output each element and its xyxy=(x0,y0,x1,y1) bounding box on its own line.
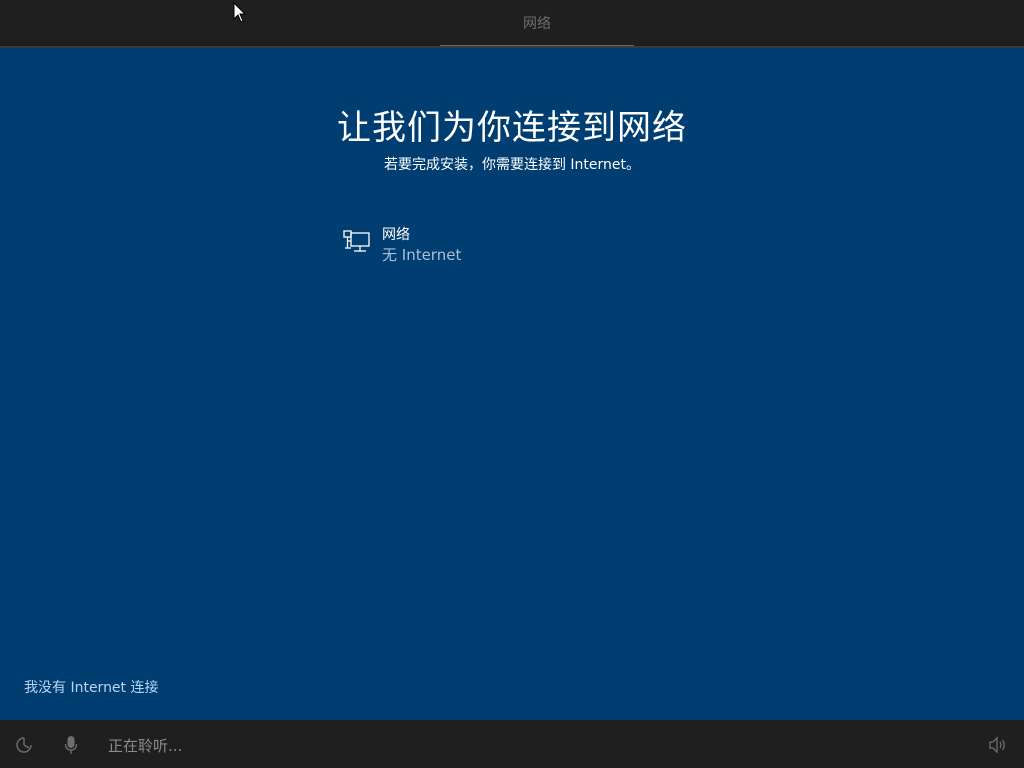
network-status: 无 Internet xyxy=(382,246,462,264)
top-bar: 网络 xyxy=(0,0,1024,47)
network-name: 网络 xyxy=(382,227,410,243)
page-subtitle: 若要完成安装，你需要连接到 Internet。 xyxy=(383,157,641,173)
listening-status: 正在聆听... xyxy=(108,737,183,755)
page-title: 让我们为你连接到网络 xyxy=(337,108,687,148)
mouse-cursor-icon xyxy=(233,2,247,23)
network-list-item[interactable]: 网络 无 Internet xyxy=(340,220,684,266)
bottom-bar: 正在聆听... xyxy=(0,720,1024,768)
volume-icon[interactable] xyxy=(988,736,1008,754)
microphone-icon[interactable] xyxy=(64,735,78,755)
no-internet-connection-link[interactable]: 我没有 Internet 连接 xyxy=(24,677,159,697)
ease-of-access-icon[interactable] xyxy=(14,735,34,755)
step-tab-network: 网络 xyxy=(523,16,551,32)
main-content: 让我们为你连接到网络 若要完成安装，你需要连接到 Internet。 网络 无 … xyxy=(0,48,1024,720)
wired-network-icon xyxy=(343,230,370,252)
